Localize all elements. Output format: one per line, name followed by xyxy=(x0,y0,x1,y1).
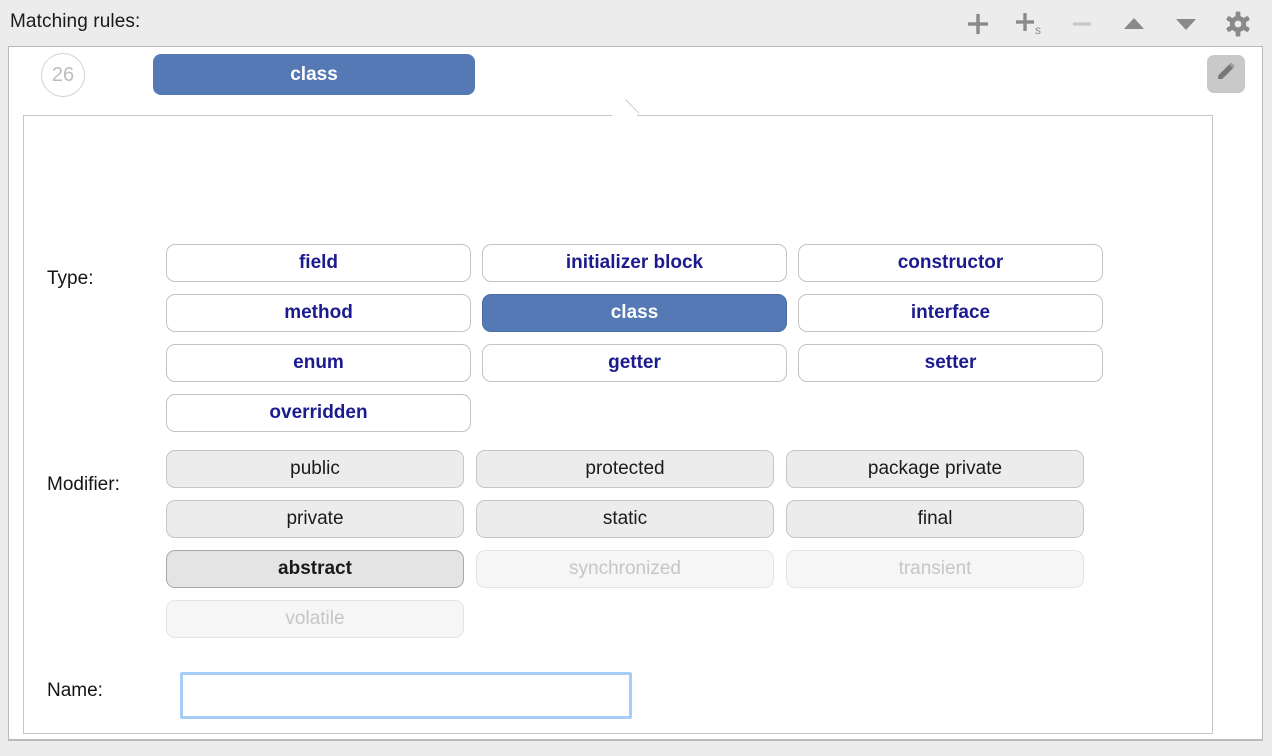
move-up-button[interactable] xyxy=(1114,5,1154,43)
matching-rules-list[interactable]: 26 class Type: field initializer block c… xyxy=(8,46,1263,741)
pencil-icon xyxy=(1215,61,1237,88)
modifier-option-synchronized: synchronized xyxy=(476,550,774,588)
modifier-option-package-private[interactable]: package private xyxy=(786,450,1084,488)
header-bar: Matching rules: s xyxy=(0,0,1272,46)
order-stepper[interactable] xyxy=(441,739,477,741)
type-option-method[interactable]: method xyxy=(166,294,471,332)
settings-button[interactable] xyxy=(1218,5,1258,43)
modifier-option-abstract[interactable]: abstract xyxy=(166,550,464,588)
plus-s-icon: s xyxy=(1015,10,1045,38)
name-input[interactable] xyxy=(180,672,632,719)
page-title: Matching rules: xyxy=(10,11,141,32)
arrow-up-icon xyxy=(1121,11,1147,37)
type-option-overridden[interactable]: overridden xyxy=(166,394,471,432)
arrow-down-icon xyxy=(1173,11,1199,37)
gear-icon xyxy=(1224,10,1252,38)
type-option-class[interactable]: class xyxy=(482,294,787,332)
modifier-option-protected[interactable]: protected xyxy=(476,450,774,488)
minus-icon xyxy=(1069,11,1095,37)
modifier-option-private[interactable]: private xyxy=(166,500,464,538)
plus-icon xyxy=(965,11,991,37)
name-label: Name: xyxy=(47,680,103,701)
type-option-getter[interactable]: getter xyxy=(482,344,787,382)
type-option-enum[interactable]: enum xyxy=(166,344,471,382)
modifier-option-static[interactable]: static xyxy=(476,500,774,538)
remove-rule-button[interactable] xyxy=(1062,5,1102,43)
rule-chip-class[interactable]: class xyxy=(153,54,475,95)
modifier-option-final[interactable]: final xyxy=(786,500,1084,538)
modifier-label: Modifier: xyxy=(47,474,120,495)
modifier-option-volatile: volatile xyxy=(166,600,464,638)
type-option-field[interactable]: field xyxy=(166,244,471,282)
rule-index-badge: 26 xyxy=(41,53,85,97)
move-down-button[interactable] xyxy=(1166,5,1206,43)
svg-text:s: s xyxy=(1035,23,1041,37)
type-option-constructor[interactable]: constructor xyxy=(798,244,1103,282)
type-option-interface[interactable]: interface xyxy=(798,294,1103,332)
modifier-option-transient: transient xyxy=(786,550,1084,588)
rule-row[interactable]: 26 class xyxy=(9,47,1262,103)
add-rule-button[interactable] xyxy=(958,5,998,43)
modifier-option-public[interactable]: public xyxy=(166,450,464,488)
type-label: Type: xyxy=(47,268,94,289)
add-section-rule-button[interactable]: s xyxy=(1010,5,1050,43)
type-option-setter[interactable]: setter xyxy=(798,344,1103,382)
edit-rule-button[interactable] xyxy=(1207,55,1245,93)
rule-detail-popup: Type: field initializer block constructo… xyxy=(23,115,1213,734)
type-option-initializer-block[interactable]: initializer block xyxy=(482,244,787,282)
toolbar: s xyxy=(958,4,1258,44)
